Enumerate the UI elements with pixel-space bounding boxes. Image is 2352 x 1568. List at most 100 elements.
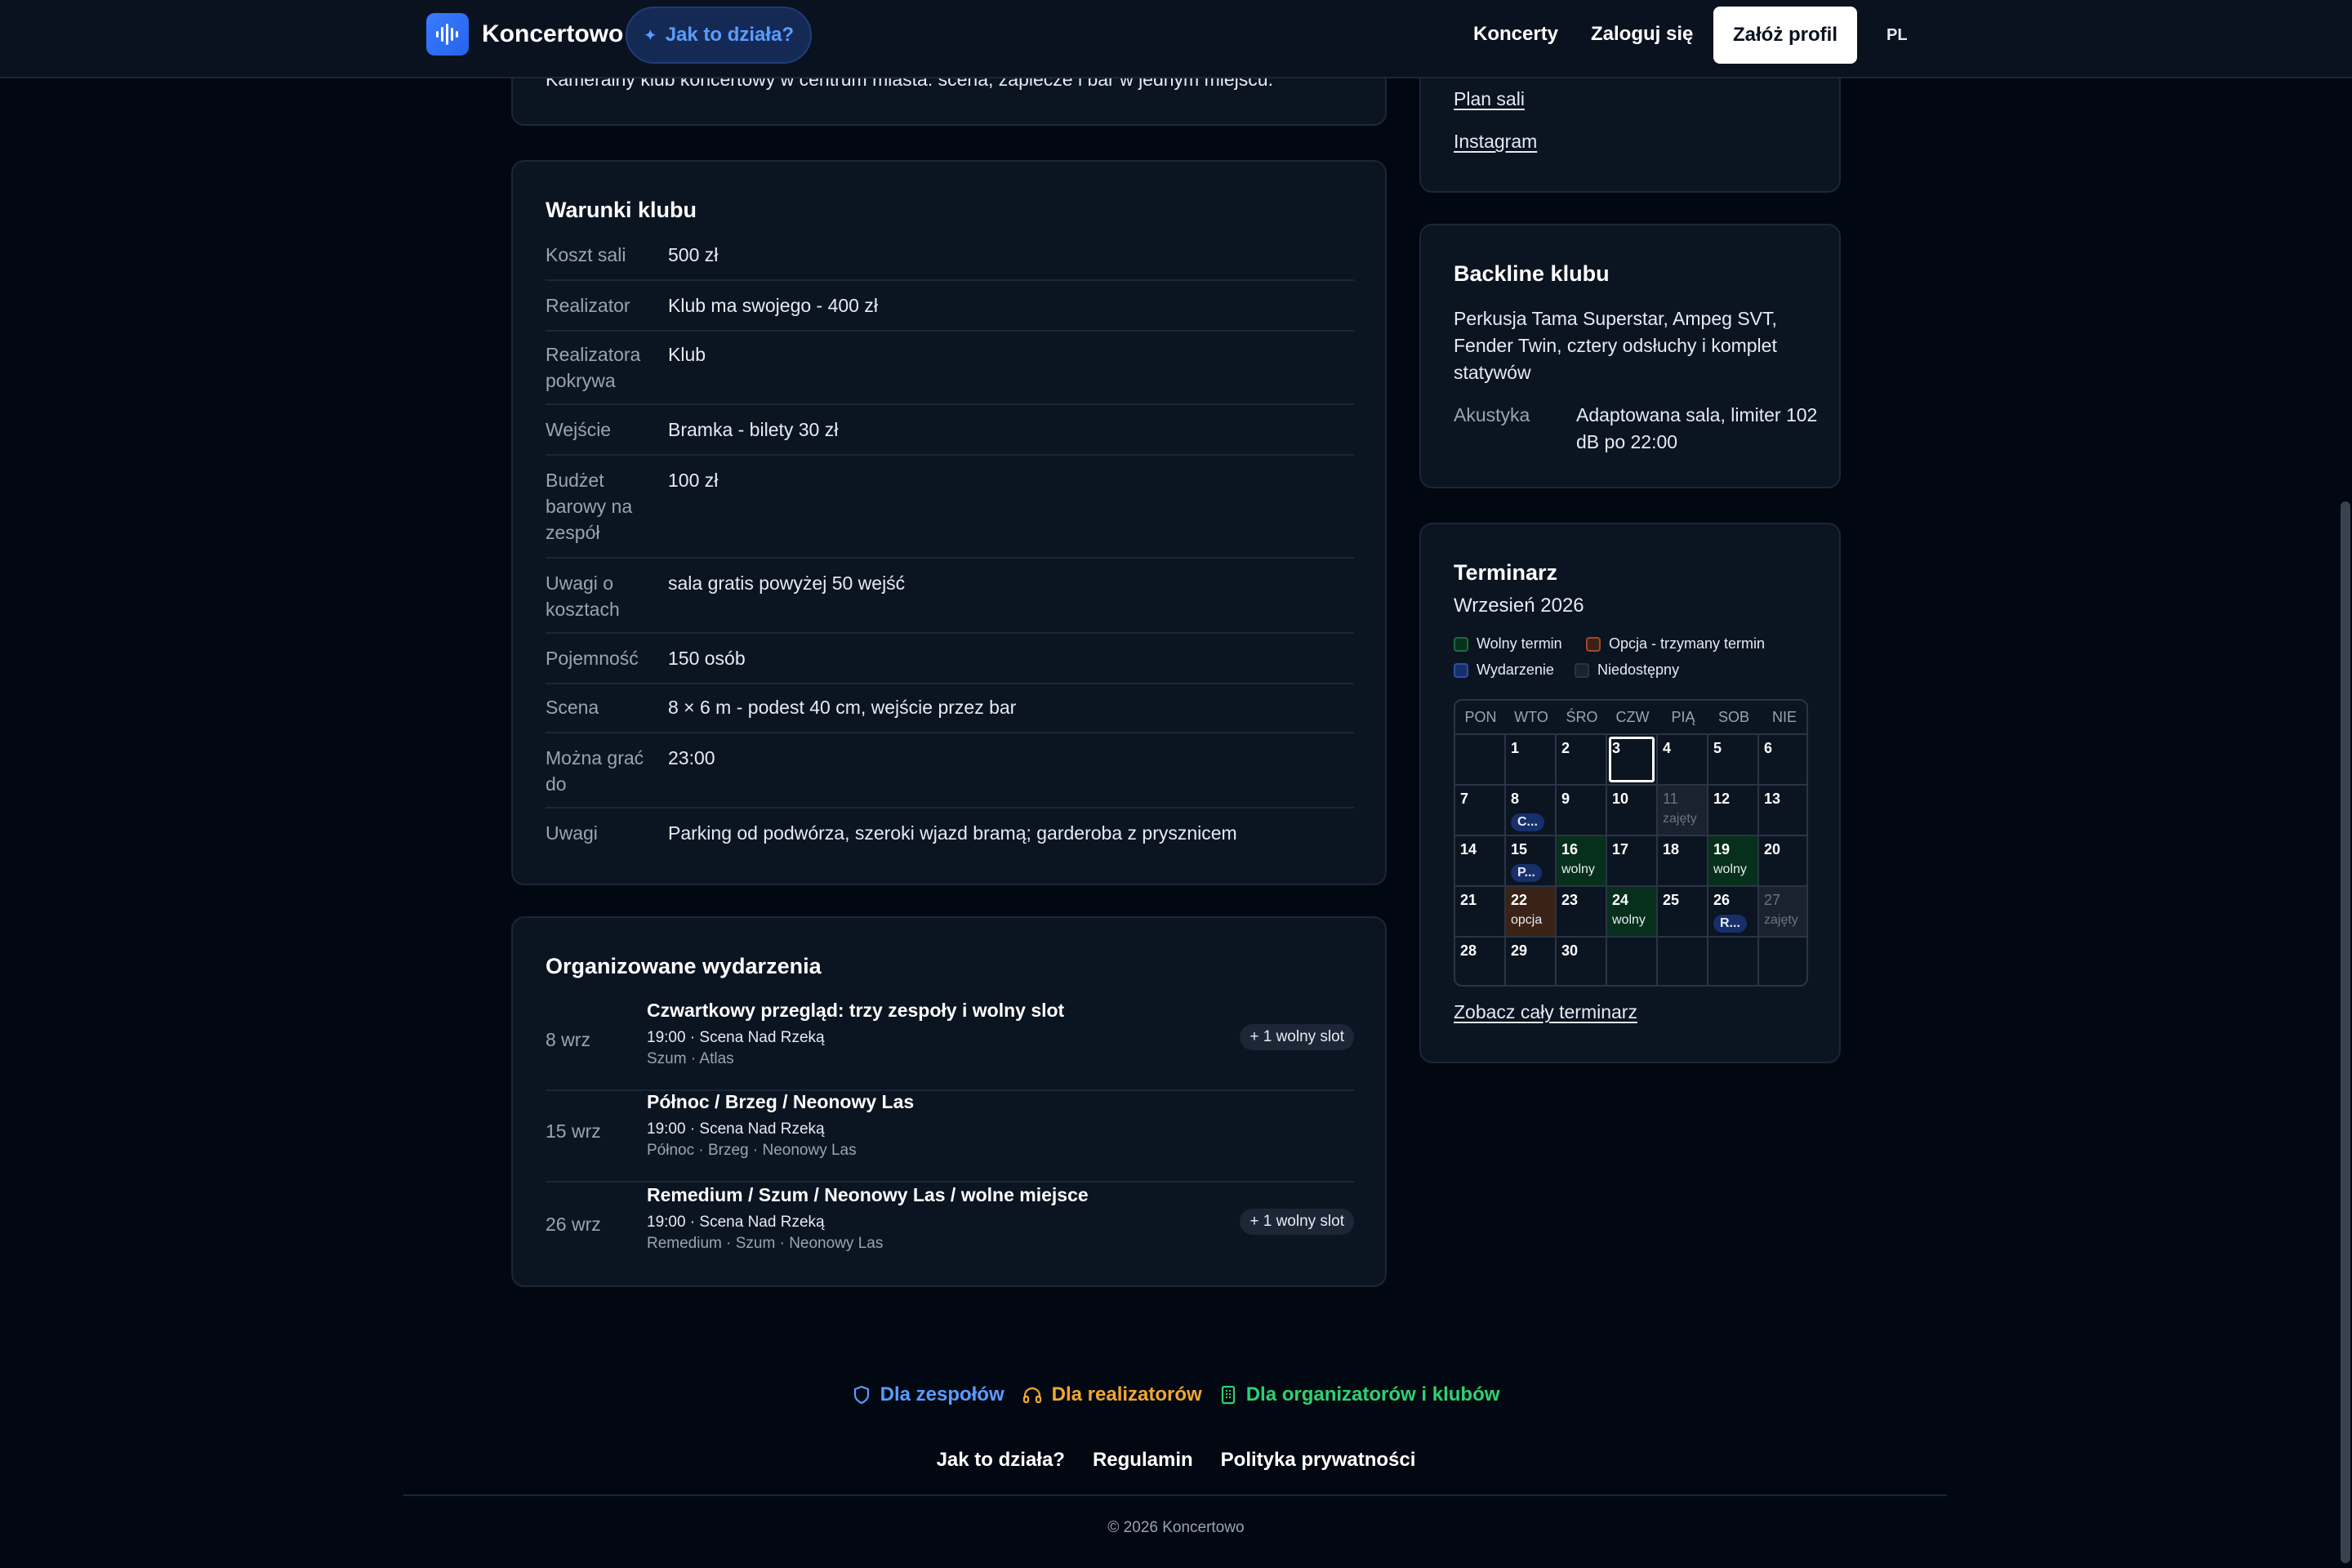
calendar-empty-cell	[1455, 733, 1504, 784]
headphones-icon	[1022, 1387, 1041, 1404]
event-row[interactable]: 8 wrz Czwartkowy przegląd: trzy zespoły …	[546, 1000, 1354, 1091]
calendar-day[interactable]: 12	[1707, 784, 1757, 835]
calendar-day[interactable]: 30	[1555, 936, 1606, 985]
legend-event: Wydarzenie	[1454, 662, 1554, 679]
terms-value: 23:00	[668, 747, 715, 768]
weekday-header: WTO	[1514, 709, 1548, 725]
weekday-header: PON	[1464, 709, 1497, 725]
footer-organizers-link[interactable]: Dla organizatorów i klubów	[1220, 1383, 1499, 1406]
event-swatch	[1454, 662, 1468, 678]
instagram-link[interactable]: Instagram	[1454, 131, 1537, 153]
calendar-day[interactable]: 10	[1606, 784, 1656, 835]
day-number: 14	[1460, 841, 1477, 858]
event-pill[interactable]: C...	[1511, 813, 1544, 831]
calendar-day[interactable]: 6	[1757, 733, 1806, 784]
brand-logo-link[interactable]: Koncertowo	[426, 13, 623, 56]
calendar-day[interactable]: 5	[1707, 733, 1757, 784]
day-number: 4	[1663, 740, 1672, 756]
terms-value: sala gratis powyżej 50 wejść	[668, 572, 906, 594]
event-name[interactable]: Północ / Brzeg / Neonowy Las	[647, 1091, 914, 1113]
event-pill[interactable]: R...	[1713, 915, 1747, 933]
calendar-day-free[interactable]: 16 wolny	[1555, 835, 1606, 885]
calendar-day[interactable]: 29	[1504, 936, 1555, 985]
shield-icon	[853, 1385, 869, 1405]
brand-name: Koncertowo	[482, 20, 624, 47]
option-swatch	[1586, 636, 1601, 652]
terms-value: 150 osób	[668, 648, 746, 669]
calendar-day[interactable]: 20	[1757, 835, 1806, 885]
calendar-day[interactable]: 17	[1606, 835, 1656, 885]
event-row[interactable]: 15 wrz Północ / Brzeg / Neonowy Las 19:0…	[546, 1091, 1354, 1183]
terms-row: Budżet barowy na zespół 100 zł	[546, 467, 1354, 559]
nav-concerts-link[interactable]: Koncerty	[1473, 23, 1558, 46]
calendar-day[interactable]: 4	[1656, 733, 1707, 784]
calendar-day-event[interactable]: 8 C...	[1504, 784, 1555, 835]
footer-bands-link[interactable]: Dla zespołów	[853, 1383, 1004, 1406]
free-swatch	[1454, 636, 1468, 652]
floor-plan-link[interactable]: Plan sali	[1454, 88, 1525, 110]
terms-row: Można grać do 23:00	[546, 745, 1354, 808]
footer-how-link[interactable]: Jak to działa?	[937, 1449, 1065, 1472]
how-it-works-button[interactable]: ✦ Jak to działa?	[626, 7, 812, 64]
backline-title: Backline klubu	[1454, 261, 1610, 286]
calendar-day[interactable]: 9	[1555, 784, 1606, 835]
day-number: 6	[1764, 740, 1773, 756]
calendar-day[interactable]: 28	[1455, 936, 1504, 985]
calendar-day[interactable]: 18	[1656, 835, 1707, 885]
event-bands: Szum · Atlas	[647, 1050, 734, 1067]
day-number: 28	[1460, 942, 1477, 959]
footer-links: Jak to działa? Regulamin Polityka prywat…	[0, 1449, 2352, 1472]
event-name[interactable]: Remedium / Szum / Neonowy Las / wolne mi…	[647, 1184, 1089, 1206]
day-number: 7	[1460, 791, 1469, 807]
event-name[interactable]: Czwartkowy przegląd: trzy zespoły i woln…	[647, 1000, 1064, 1022]
club-terms-card: Warunki klubu Koszt sali 500 zł Realizat…	[511, 160, 1387, 885]
calendar-empty-cell	[1606, 936, 1656, 985]
calendar-day-free[interactable]: 19 wolny	[1707, 835, 1757, 885]
organized-events-card: Organizowane wydarzenia 8 wrz Czwartkowy…	[511, 916, 1387, 1287]
calendar-day-event[interactable]: 26 R...	[1707, 885, 1757, 936]
calendar-day[interactable]: 21	[1455, 885, 1504, 936]
day-status: wolny	[1561, 862, 1595, 876]
weekday-header: CZW	[1615, 709, 1650, 725]
acoustic-value: Adaptowana sala, limiter 102 dB po 22:00	[1576, 404, 1818, 452]
signup-button[interactable]: Załóż profil	[1713, 7, 1857, 64]
calendar-day-unavailable: 27 zajęty	[1757, 885, 1806, 936]
calendar-day-today[interactable]: 3	[1606, 733, 1656, 784]
event-pill[interactable]: P...	[1511, 864, 1542, 882]
terms-row: Uwagi o kosztach sala gratis powyżej 50 …	[546, 570, 1354, 634]
calendar-day[interactable]: 2	[1555, 733, 1606, 784]
calendar-day[interactable]: 25	[1656, 885, 1707, 936]
legend-free-label: Wolny termin	[1477, 635, 1562, 652]
scrollbar-thumb[interactable]	[2341, 501, 2350, 1563]
footer-terms-link[interactable]: Regulamin	[1093, 1449, 1193, 1472]
calendar-day-free[interactable]: 24 wolny	[1606, 885, 1656, 936]
calendar-day[interactable]: 13	[1757, 784, 1806, 835]
calendar-day[interactable]: 1	[1504, 733, 1555, 784]
calendar-day[interactable]: 23	[1555, 885, 1606, 936]
terms-label: Wejście	[546, 419, 612, 440]
calendar-day[interactable]: 7	[1455, 784, 1504, 835]
sparkles-icon: ✦	[643, 26, 657, 45]
weekday-header: SOB	[1717, 709, 1749, 725]
calendar-day-option[interactable]: 22 opcja	[1504, 885, 1555, 936]
see-full-schedule-link[interactable]: Zobacz cały terminarz	[1454, 1001, 1637, 1023]
nav-login-link[interactable]: Zaloguj się	[1591, 23, 1693, 46]
language-switcher[interactable]: PL	[1886, 26, 1908, 45]
building-icon	[1221, 1385, 1235, 1405]
calendar-day-unavailable: 11 zajęty	[1656, 784, 1707, 835]
calendar-day[interactable]: 14	[1455, 835, 1504, 885]
day-number: 25	[1663, 892, 1680, 908]
footer-realizers-link[interactable]: Dla realizatorów	[1022, 1383, 1202, 1406]
footer-bands-label: Dla zespołów	[880, 1383, 1004, 1405]
day-status: opcja	[1511, 913, 1543, 927]
footer-privacy-link[interactable]: Polityka prywatności	[1221, 1449, 1416, 1472]
calendar-day-event[interactable]: 15 P...	[1504, 835, 1555, 885]
terms-label: Uwagi o kosztach	[546, 572, 620, 620]
event-row[interactable]: 26 wrz Remedium / Szum / Neonowy Las / w…	[546, 1184, 1354, 1276]
day-number: 2	[1561, 740, 1570, 756]
day-number: 22	[1511, 892, 1528, 908]
day-number: 16	[1561, 841, 1579, 858]
weekday-header: ŚRO	[1566, 709, 1598, 725]
terms-row: Uwagi Parking od podwórza, szeroki wjazd…	[546, 820, 1354, 859]
legend-option-label: Opcja - trzymany termin	[1609, 635, 1766, 652]
